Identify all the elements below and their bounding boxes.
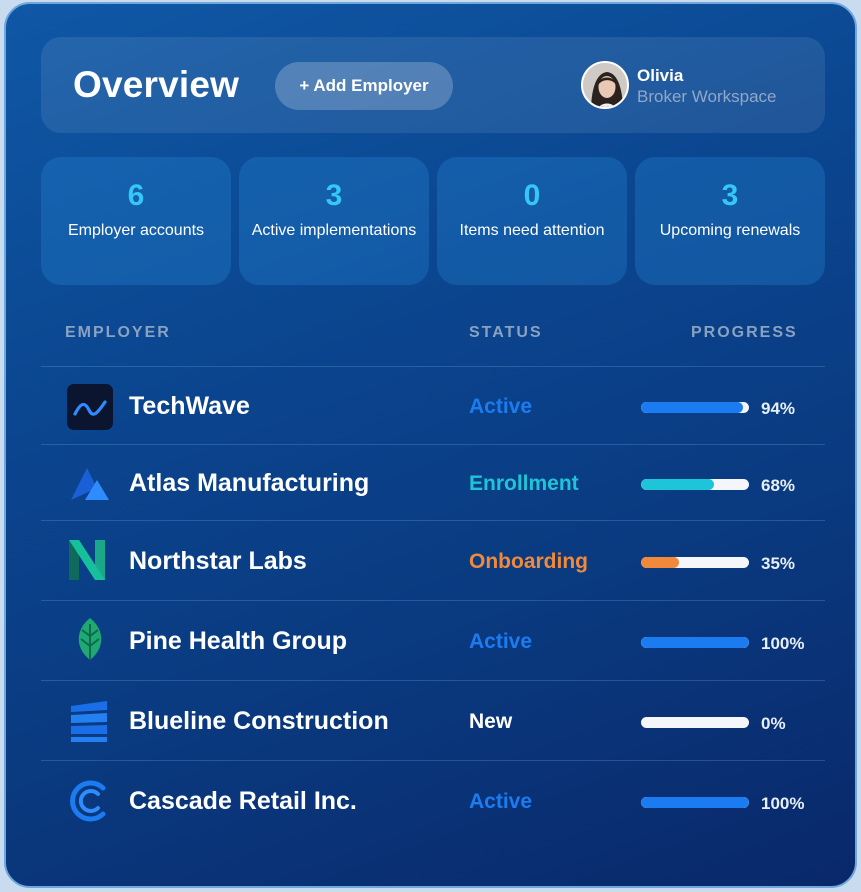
stats-row: 6 Employer accounts 3 Active implementat… [41,157,825,285]
user-role: Broker Workspace [637,87,777,106]
stat-value: 6 [127,179,145,212]
employer-name: Pine Health Group [129,627,348,655]
overview-card: Overview + Add Employer Olivia Broker Wo… [4,2,857,888]
table-row[interactable]: Northstar Labs Onboarding 35% [41,520,825,600]
building-logo-icon [67,698,113,744]
progress-bar [641,637,749,648]
table-row[interactable]: Pine Health Group Active 100% [41,600,825,680]
status-badge: New [469,710,513,733]
status-badge: Onboarding [469,550,588,573]
stat-value: 3 [721,179,739,212]
leaf-logo-icon [67,616,113,662]
c-letter-logo-icon [67,778,113,824]
stat-upcoming-renewals: 3 Upcoming renewals [635,157,825,285]
user-avatar-icon [583,63,627,107]
progress-fill [641,557,679,568]
progress-bar [641,402,749,413]
progress-label: 94% [761,399,796,418]
stat-active-implementations: 3 Active implementations [239,157,429,285]
stat-value: 3 [325,179,343,212]
progress-label: 68% [761,476,796,495]
stat-employer-accounts: 6 Employer accounts [41,157,231,285]
status-badge: Active [469,630,533,653]
table-row[interactable]: Atlas Manufacturing Enrollment 68% [41,444,825,520]
employer-name: Atlas Manufacturing [129,469,370,497]
progress-fill [641,637,749,648]
progress-label: 100% [761,634,805,653]
progress-label: 100% [761,794,805,813]
employer-name: Blueline Construction [129,707,389,735]
column-header-progress: PROGRESS [691,324,798,341]
status-badge: Active [469,790,533,813]
status-badge: Active [469,395,533,418]
stat-label: Items need attention [459,222,605,239]
column-header-status: STATUS [469,324,543,341]
stat-label: Upcoming renewals [659,222,801,239]
stat-label: Active implementations [251,222,417,239]
mountain-logo-icon [67,460,113,506]
status-badge: Enrollment [469,472,579,495]
table-row[interactable]: Cascade Retail Inc. Active 100% [41,760,825,842]
employer-name: Cascade Retail Inc. [129,787,357,815]
progress-label: 35% [761,554,796,573]
progress-fill [641,479,715,490]
progress-bar [641,479,749,490]
progress-bar [641,717,749,728]
page-title: Overview [73,64,240,105]
add-employer-button[interactable]: + Add Employer [275,62,453,110]
employer-name: Northstar Labs [129,547,307,575]
stat-value: 0 [523,179,541,212]
progress-fill [641,797,749,808]
column-header-employer: EMPLOYER [65,324,171,341]
table-row[interactable]: Blueline Construction New 0% [41,680,825,760]
progress-label: 0% [761,714,786,733]
stat-items-need-attention: 0 Items need attention [437,157,627,285]
wave-logo-icon [67,384,113,430]
progress-bar [641,797,749,808]
progress-fill [641,402,743,413]
employer-name: TechWave [129,392,250,420]
avatar[interactable] [581,61,629,109]
header-bar: Overview + Add Employer Olivia Broker Wo… [41,37,825,133]
n-letter-logo-icon [67,537,113,583]
progress-bar [641,557,749,568]
table-row[interactable]: TechWave Active 94% [41,366,825,444]
user-name: Olivia [637,66,684,85]
stat-label: Employer accounts [67,222,205,239]
